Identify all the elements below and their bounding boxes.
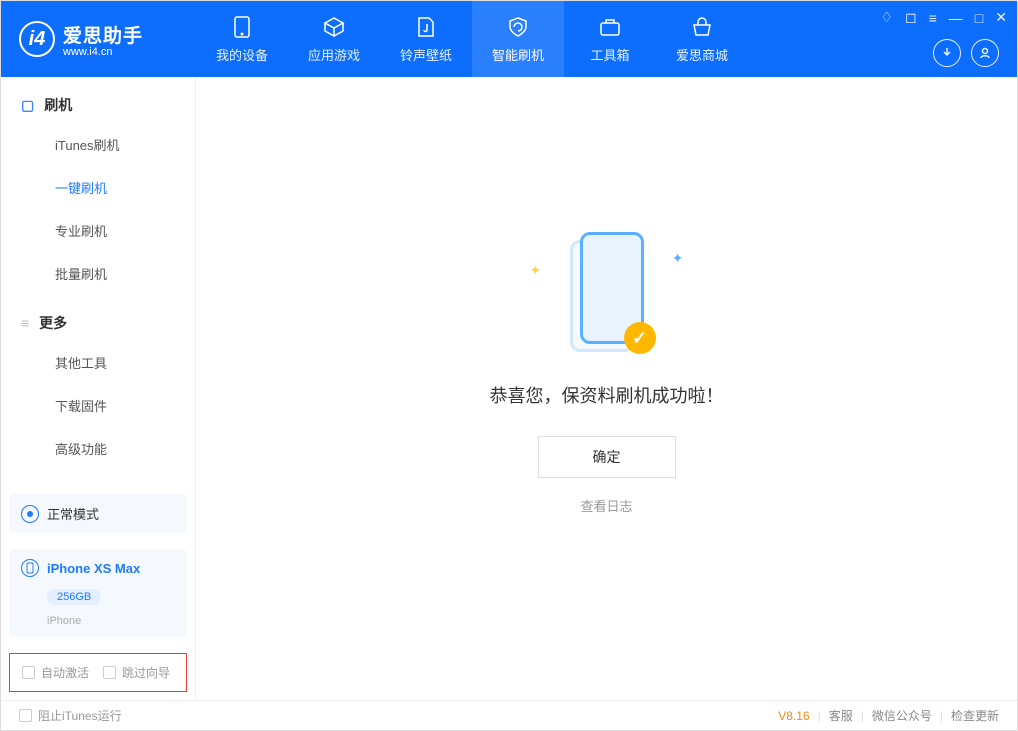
checkbox-label: 阻止iTunes运行 [38, 707, 122, 724]
device-small-icon: ▢ [21, 97, 34, 114]
nav-label: 智能刷机 [492, 45, 544, 64]
window-controls: ♢ ◻ ≡ — □ ✕ [880, 9, 1007, 26]
nav-tab-device[interactable]: 我的设备 [196, 1, 288, 77]
sidebar-group-flash: ▢ 刷机 [1, 77, 195, 123]
device-mode-label: 正常模式 [47, 504, 99, 523]
body-area: ▢ 刷机 iTunes刷机 一键刷机 专业刷机 批量刷机 ≡ 更多 其他工具 下载固… [1, 77, 1017, 700]
app-logo-icon: i4 [19, 21, 55, 57]
view-log-link[interactable]: 查看日志 [580, 496, 632, 515]
footer-service-link[interactable]: 客服 [829, 707, 853, 724]
nav-label: 爱思商城 [676, 45, 728, 64]
checkbox-box [19, 709, 32, 722]
nav-tab-store[interactable]: 爱思商城 [656, 1, 748, 77]
maximize-button[interactable]: □ [975, 10, 983, 26]
sidebar-item-download-fw[interactable]: 下载固件 [1, 384, 195, 427]
more-icon: ≡ [21, 315, 29, 331]
lock-icon[interactable]: ◻ [905, 9, 917, 26]
version-label: V8.16 [778, 709, 809, 723]
device-name: iPhone XS Max [47, 561, 140, 576]
toolbox-icon [598, 15, 622, 39]
nav-tab-ringtones[interactable]: 铃声壁纸 [380, 1, 472, 77]
sparkle-icon: ✦ [530, 262, 542, 279]
footer-bar: 阻止iTunes运行 V8.16 | 客服 | 微信公众号 | 检查更新 [1, 700, 1017, 730]
logo-text: 爱思助手 www.i4.cn [63, 21, 143, 58]
success-message: 恭喜您，保资料刷机成功啦！ [490, 382, 724, 408]
sidebar-group-more: ≡ 更多 [1, 295, 195, 341]
sidebar-item-advanced[interactable]: 高级功能 [1, 427, 195, 470]
nav-label: 铃声壁纸 [400, 45, 452, 64]
close-button[interactable]: ✕ [995, 9, 1007, 26]
device-type: iPhone [47, 615, 81, 627]
phone-small-icon [21, 559, 39, 577]
sidebar-scroll: ▢ 刷机 iTunes刷机 一键刷机 专业刷机 批量刷机 ≡ 更多 其他工具 下载固… [1, 77, 195, 486]
nav-tab-flash[interactable]: 智能刷机 [472, 1, 564, 77]
nav-tab-toolbox[interactable]: 工具箱 [564, 1, 656, 77]
checkbox-auto-activate[interactable]: 自动激活 [22, 664, 89, 681]
device-info-block[interactable]: iPhone XS Max 256GB iPhone [9, 549, 187, 637]
app-title: 爱思助手 [63, 21, 143, 48]
shirt-icon[interactable]: ♢ [880, 9, 893, 26]
nav-label: 我的设备 [216, 45, 268, 64]
footer-update-link[interactable]: 检查更新 [951, 707, 999, 724]
checkbox-skip-guide[interactable]: 跳过向导 [103, 664, 170, 681]
ok-button[interactable]: 确定 [538, 436, 676, 478]
app-header: i4 爱思助手 www.i4.cn 我的设备 应用游戏 铃声壁纸 智能刷机 工具… [1, 1, 1017, 77]
checkbox-box [103, 666, 116, 679]
sidebar-item-pro-flash[interactable]: 专业刷机 [1, 209, 195, 252]
device-mode-block[interactable]: 正常模式 [9, 494, 187, 533]
checkbox-label: 自动激活 [41, 664, 89, 681]
nav-label: 工具箱 [590, 45, 629, 64]
refresh-shield-icon [506, 15, 530, 39]
sidebar-item-itunes-flash[interactable]: iTunes刷机 [1, 123, 195, 166]
user-button[interactable] [971, 39, 999, 67]
sidebar-item-other-tools[interactable]: 其他工具 [1, 341, 195, 384]
sparkle-icon: ✦ [672, 250, 684, 267]
app-url: www.i4.cn [63, 46, 143, 58]
sidebar-item-onekey-flash[interactable]: 一键刷机 [1, 166, 195, 209]
minimize-button[interactable]: — [949, 10, 963, 26]
checkbox-block-itunes[interactable]: 阻止iTunes运行 [19, 707, 122, 724]
main-content: ✦ ✦ ✓ 恭喜您，保资料刷机成功啦！ 确定 查看日志 [196, 77, 1017, 700]
menu-icon[interactable]: ≡ [929, 10, 937, 26]
logo-area: i4 爱思助手 www.i4.cn [1, 21, 196, 58]
music-file-icon [414, 15, 438, 39]
success-illustration: ✦ ✦ ✓ [562, 232, 652, 362]
nav-tabs: 我的设备 应用游戏 铃声壁纸 智能刷机 工具箱 爱思商城 [196, 1, 748, 77]
nav-label: 应用游戏 [308, 45, 360, 64]
phone-icon [230, 15, 254, 39]
group-title-label: 更多 [39, 313, 67, 333]
header-right-buttons [933, 39, 999, 67]
download-button[interactable] [933, 39, 961, 67]
nav-tab-apps[interactable]: 应用游戏 [288, 1, 380, 77]
options-row: 自动激活 跳过向导 [9, 653, 187, 692]
footer-right: V8.16 | 客服 | 微信公众号 | 检查更新 [778, 707, 999, 724]
sidebar-item-batch-flash[interactable]: 批量刷机 [1, 252, 195, 295]
group-title-label: 刷机 [44, 95, 72, 115]
checkbox-label: 跳过向导 [122, 664, 170, 681]
store-icon [690, 15, 714, 39]
cube-icon [322, 15, 346, 39]
footer-wechat-link[interactable]: 微信公众号 [872, 707, 932, 724]
storage-badge: 256GB [47, 589, 101, 605]
checkbox-box [22, 666, 35, 679]
check-circle-icon: ✓ [624, 322, 656, 354]
sidebar: ▢ 刷机 iTunes刷机 一键刷机 专业刷机 批量刷机 ≡ 更多 其他工具 下载固… [1, 77, 196, 700]
mode-icon [21, 505, 39, 523]
